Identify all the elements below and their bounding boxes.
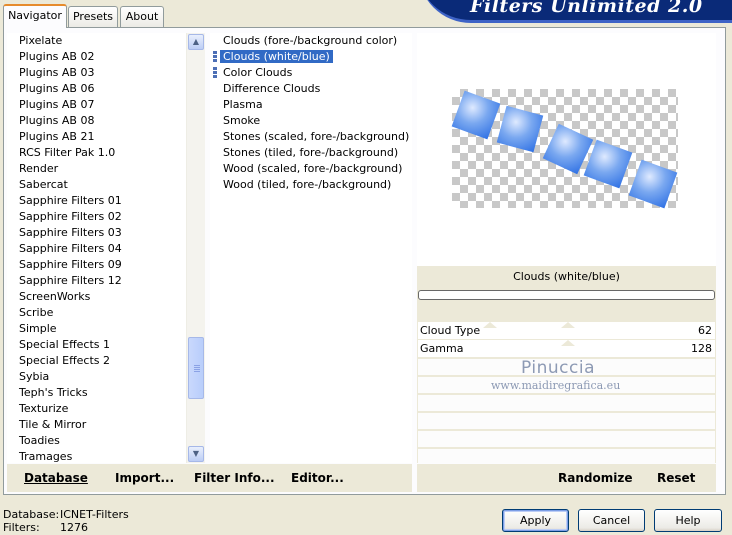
tab-navigator[interactable]: Navigator bbox=[3, 4, 67, 28]
param-cloud-type[interactable]: Cloud Type 62 bbox=[418, 322, 715, 339]
scroll-up-button[interactable]: ▲ bbox=[188, 34, 204, 50]
filter-item[interactable]: Clouds (white/blue) bbox=[213, 49, 412, 65]
cancel-button[interactable]: Cancel bbox=[578, 509, 645, 532]
param-gamma[interactable]: Gamma 128 bbox=[418, 340, 715, 357]
drag-handle-icon bbox=[213, 51, 217, 63]
category-scrollbar[interactable]: ▲ ▼ bbox=[186, 33, 205, 463]
category-item[interactable]: Special Effects 1 bbox=[7, 337, 187, 353]
preview-image bbox=[451, 89, 678, 209]
param-slot bbox=[418, 394, 715, 411]
category-item[interactable]: ScreenWorks bbox=[7, 289, 187, 305]
param-value: 62 bbox=[698, 324, 712, 337]
category-item[interactable]: Simple bbox=[7, 321, 187, 337]
param-name: Cloud Type bbox=[420, 324, 481, 337]
category-item[interactable]: Plugins AB 08 bbox=[7, 113, 187, 129]
tab-presets[interactable]: Presets bbox=[68, 6, 118, 27]
category-item[interactable]: Sapphire Filters 03 bbox=[7, 225, 187, 241]
category-item[interactable]: Sapphire Filters 09 bbox=[7, 257, 187, 273]
banner-title: Filters Unlimited 2.0 bbox=[470, 0, 703, 17]
filter-item[interactable]: Color Clouds bbox=[213, 65, 412, 81]
progress-bar bbox=[418, 290, 715, 300]
editor-button[interactable]: Editor... bbox=[291, 471, 344, 485]
apply-button[interactable]: Apply bbox=[502, 509, 569, 532]
watermark-name: Pinuccia bbox=[521, 358, 595, 378]
filter-item[interactable]: Clouds (fore-/background color) bbox=[220, 33, 412, 49]
category-item[interactable]: Texturize bbox=[7, 401, 187, 417]
param-value: 128 bbox=[691, 342, 712, 355]
help-button[interactable]: Help bbox=[654, 509, 722, 532]
database-button[interactable]: Database bbox=[24, 471, 88, 485]
category-item[interactable]: Plugins AB 21 bbox=[7, 129, 187, 145]
drag-handle-icon bbox=[213, 67, 217, 79]
category-item[interactable]: Tramages bbox=[7, 449, 187, 465]
category-item[interactable]: Render bbox=[7, 161, 187, 177]
filter-list[interactable]: Clouds (fore-/background color) Clouds (w… bbox=[210, 33, 412, 463]
triangle-down-icon: ▼ bbox=[192, 449, 200, 458]
filters-status: Filters: 1276 bbox=[3, 521, 88, 534]
filter-item[interactable]: Wood (tiled, fore-/background) bbox=[220, 177, 412, 193]
category-item[interactable]: Plugins AB 02 bbox=[7, 49, 187, 65]
filter-item[interactable]: Stones (tiled, fore-/background) bbox=[220, 145, 412, 161]
import-button[interactable]: Import... bbox=[115, 471, 174, 485]
param-slot bbox=[418, 448, 715, 463]
filter-item[interactable]: Plasma bbox=[220, 97, 412, 113]
category-item[interactable]: Sapphire Filters 02 bbox=[7, 209, 187, 225]
category-item[interactable]: Sapphire Filters 01 bbox=[7, 193, 187, 209]
filter-item[interactable]: Stones (scaled, fore-/background) bbox=[220, 129, 412, 145]
param-slot bbox=[418, 430, 715, 447]
scroll-thumb[interactable] bbox=[188, 337, 204, 399]
filter-info-button[interactable]: Filter Info... bbox=[194, 471, 275, 485]
category-item[interactable]: RCS Filter Pak 1.0 bbox=[7, 145, 187, 161]
tab-about[interactable]: About bbox=[120, 6, 164, 27]
database-status: Database: ICNET-Filters bbox=[3, 508, 129, 521]
category-item[interactable]: Teph's Tricks bbox=[7, 385, 187, 401]
param-name: Gamma bbox=[420, 342, 464, 355]
category-item[interactable]: Plugins AB 03 bbox=[7, 65, 187, 81]
preview-filter-name: Clouds (white/blue) bbox=[513, 270, 620, 283]
filter-item[interactable]: Smoke bbox=[220, 113, 412, 129]
category-item[interactable]: Plugins AB 07 bbox=[7, 97, 187, 113]
category-item[interactable]: Sybia bbox=[7, 369, 187, 385]
category-item[interactable]: Toadies bbox=[7, 433, 187, 449]
param-slot bbox=[418, 412, 715, 429]
filter-item[interactable]: Wood (scaled, fore-/background) bbox=[220, 161, 412, 177]
reset-button[interactable]: Reset bbox=[657, 471, 695, 485]
category-item[interactable]: Plugins AB 06 bbox=[7, 81, 187, 97]
watermark-url: www.maidiregrafica.eu bbox=[491, 379, 621, 392]
category-item[interactable]: Special Effects 2 bbox=[7, 353, 187, 369]
triangle-up-icon: ▲ bbox=[192, 37, 200, 46]
category-item[interactable]: Scribe bbox=[7, 305, 187, 321]
category-item[interactable]: Sapphire Filters 12 bbox=[7, 273, 187, 289]
category-list[interactable]: Pixelate Plugins AB 02 Plugins AB 03 Plugin… bbox=[7, 33, 187, 463]
scroll-down-button[interactable]: ▼ bbox=[188, 446, 204, 462]
category-item[interactable]: Tile & Mirror bbox=[7, 417, 187, 433]
category-item[interactable]: Sapphire Filters 04 bbox=[7, 241, 187, 257]
randomize-button[interactable]: Randomize bbox=[558, 471, 632, 485]
category-item[interactable]: Pixelate bbox=[7, 33, 187, 49]
category-item[interactable]: Sabercat bbox=[7, 177, 187, 193]
filter-item[interactable]: Difference Clouds bbox=[220, 81, 412, 97]
